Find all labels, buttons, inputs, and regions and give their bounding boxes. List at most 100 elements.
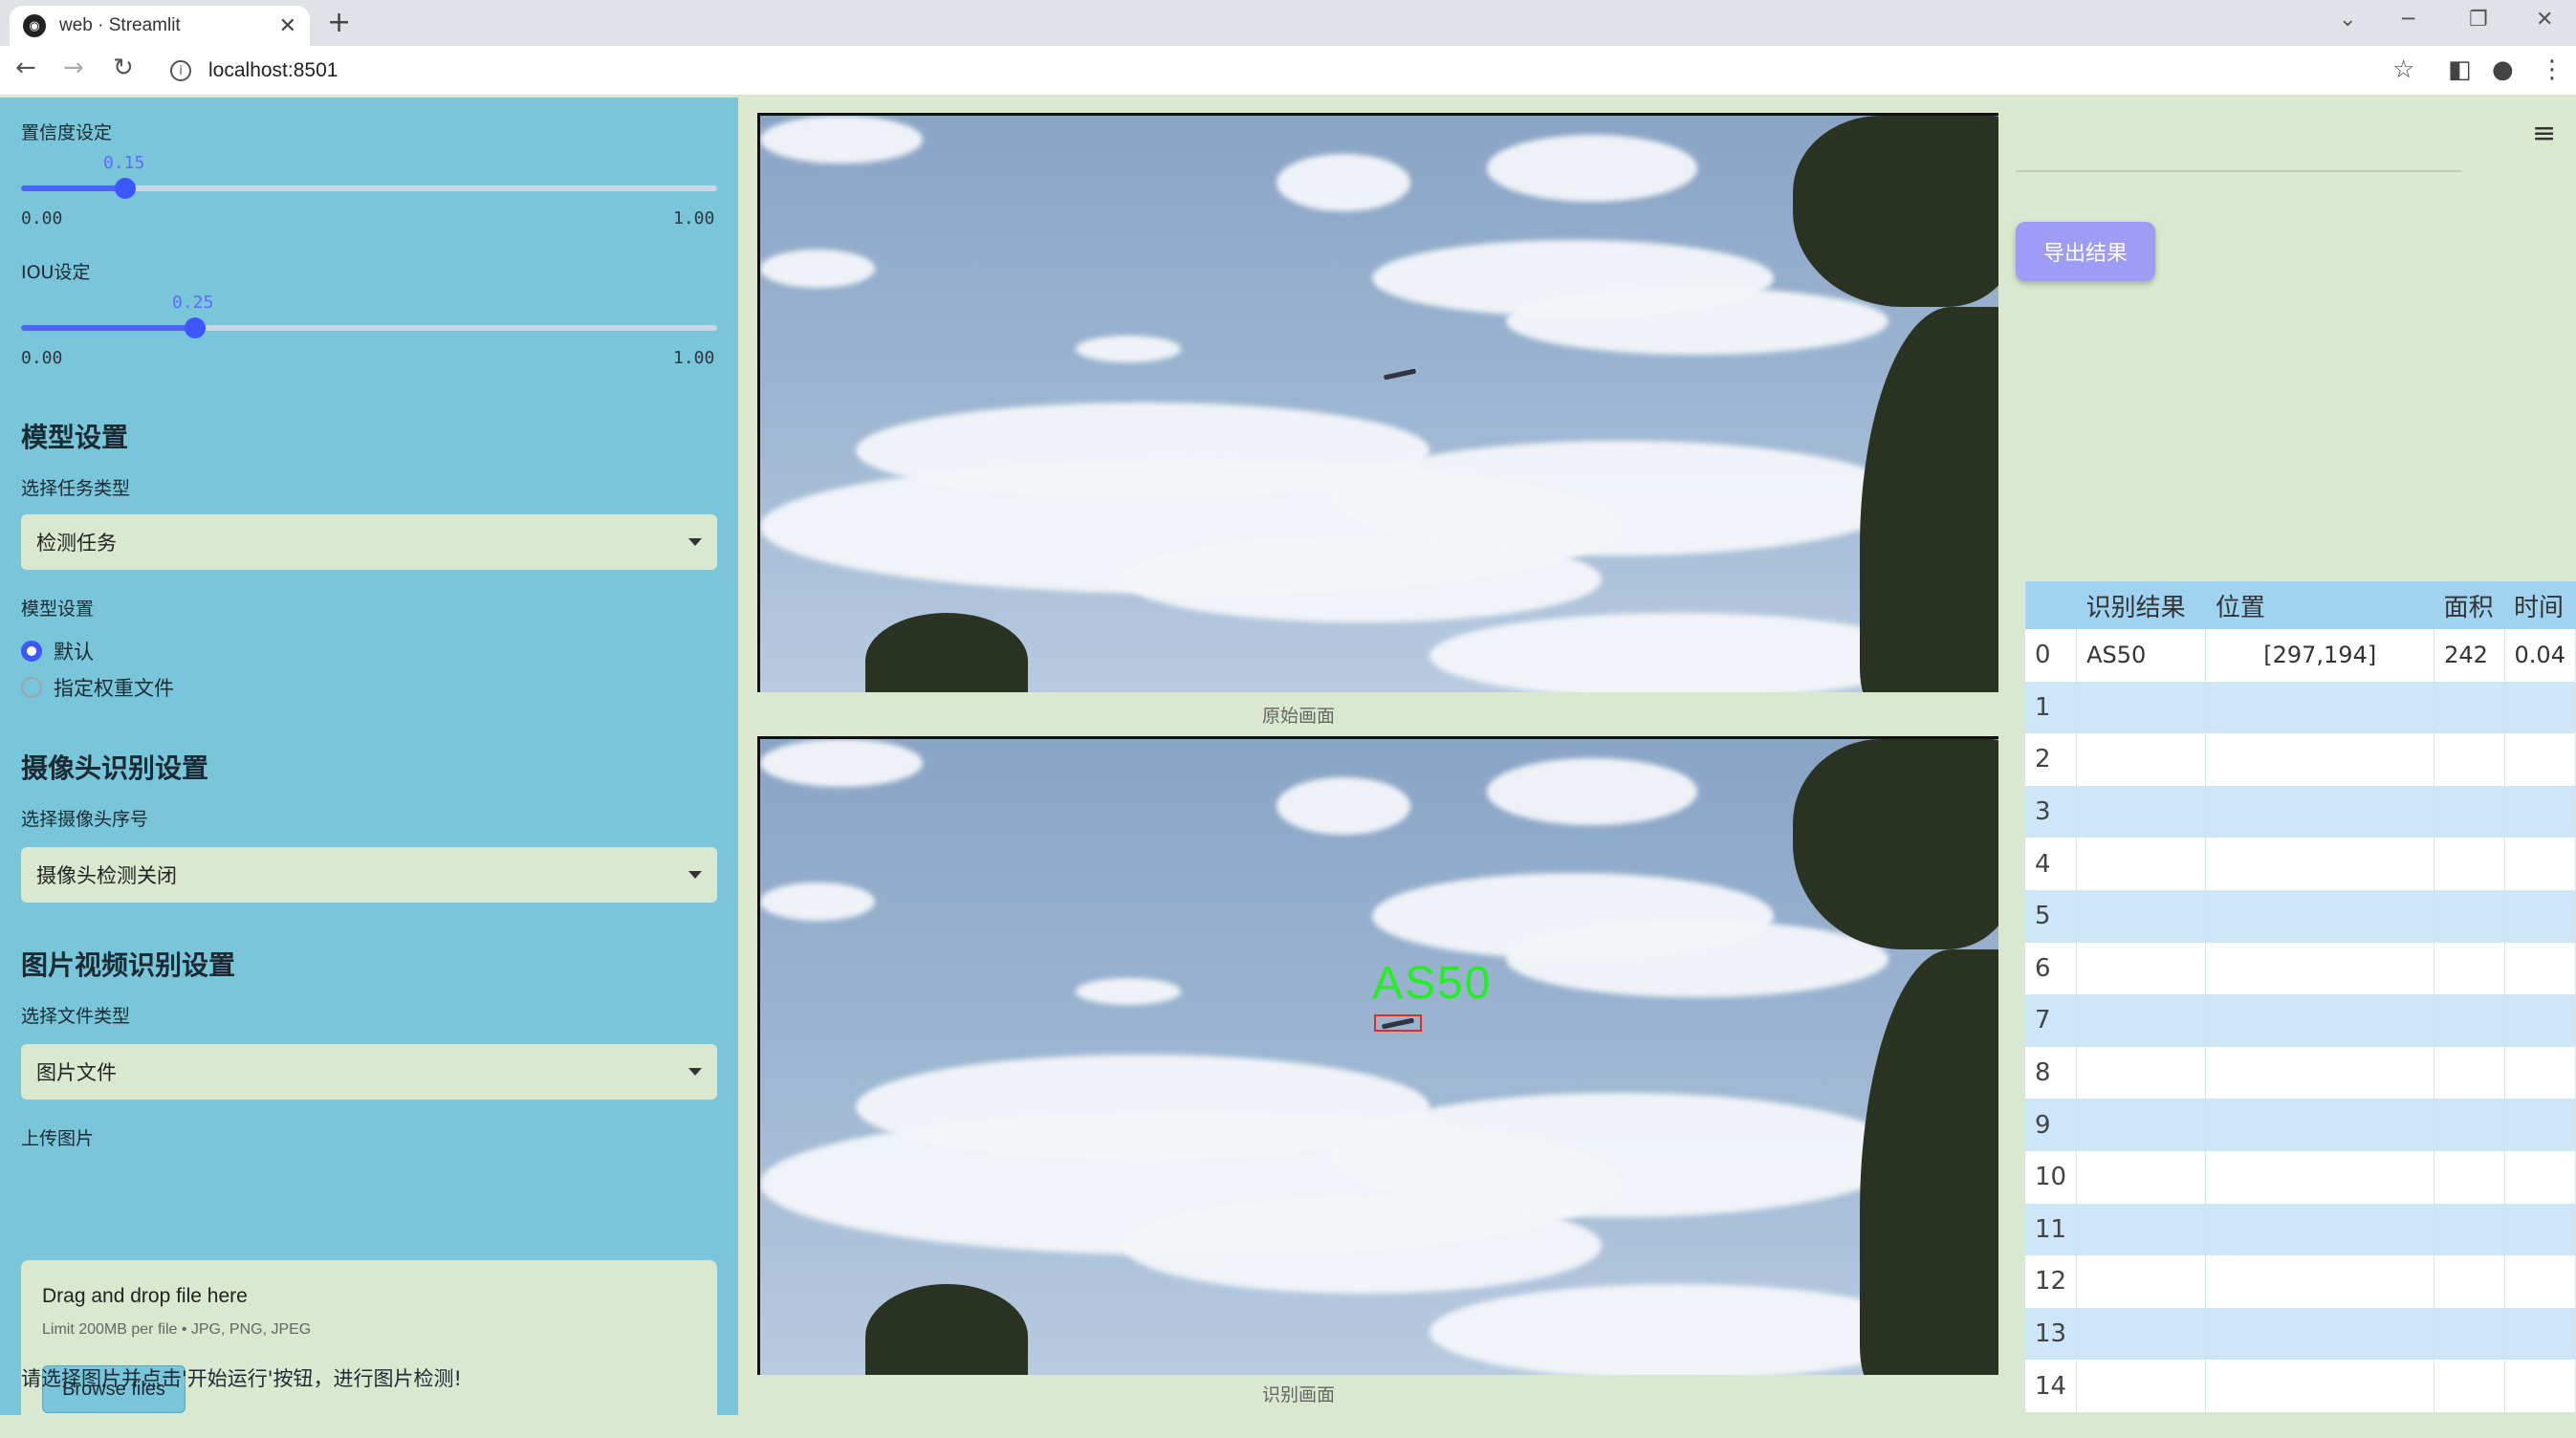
table-cell-idx: 5: [2025, 889, 2078, 943]
table-cell-result: [2076, 942, 2207, 995]
table-cell-idx: 6: [2025, 942, 2078, 995]
new-tab-icon[interactable]: +: [327, 6, 351, 39]
table-row[interactable]: 3: [2025, 785, 2576, 839]
table-row[interactable]: 5: [2025, 889, 2576, 943]
table-cell-result: [2076, 733, 2207, 786]
radio-unselected-icon: [21, 677, 42, 698]
sidebar-hint: 请选择图片并点击'开始运行'按钮，进行图片检测!: [21, 1367, 462, 1390]
table-cell-result: [2076, 1203, 2207, 1256]
confidence-min: 0.00: [21, 208, 63, 229]
table-cell-result: [2076, 785, 2207, 839]
hamburger-menu-icon[interactable]: ≡: [2532, 117, 2556, 150]
task-type-value: 检测任务: [36, 532, 117, 555]
column-header[interactable]: [2025, 581, 2077, 629]
file-type-select[interactable]: 图片文件: [21, 1044, 717, 1100]
radio-custom-weights[interactable]: 指定权重文件: [21, 673, 174, 702]
table-cell-result: AS50: [2076, 629, 2207, 682]
restore-icon[interactable]: ❐: [2469, 8, 2488, 32]
confidence-slider-thumb[interactable]: [115, 178, 137, 199]
confidence-slider[interactable]: [21, 178, 717, 199]
tab-search-icon[interactable]: ⌄: [2339, 8, 2356, 32]
browser-menu-icon[interactable]: ⋮: [2540, 55, 2565, 84]
confidence-slider-fill: [21, 185, 126, 191]
back-icon[interactable]: ←: [15, 54, 36, 82]
browser-tab-bar: ◉ web · Streamlit ✕ + ⌄ ─ ❐ ✕: [0, 0, 2576, 46]
table-row[interactable]: 6: [2025, 942, 2576, 995]
iou-slider-thumb[interactable]: [185, 317, 206, 338]
table-cell-position: [2205, 681, 2435, 734]
radio-default-label: 默认: [54, 641, 94, 664]
minimize-icon[interactable]: ─: [2402, 8, 2414, 32]
table-cell-position: [2205, 785, 2435, 839]
table-cell-area: [2434, 681, 2505, 734]
table-cell-area: [2434, 785, 2505, 839]
iou-slider[interactable]: [21, 317, 717, 338]
task-type-select[interactable]: 检测任务: [21, 514, 717, 570]
table-row[interactable]: 7: [2025, 994, 2576, 1047]
reload-icon[interactable]: ↻: [113, 54, 134, 82]
table-row[interactable]: 14: [2025, 1360, 2576, 1412]
table-cell-area: [2434, 1255, 2505, 1308]
table-row[interactable]: 4: [2025, 838, 2576, 890]
table-cell-idx: 4: [2025, 838, 2078, 890]
table-cell-area: [2434, 733, 2505, 786]
camera-value: 摄像头检测关闭: [36, 864, 177, 887]
table-cell-time: [2504, 838, 2576, 890]
profile-icon[interactable]: ●: [2492, 55, 2514, 84]
file-type-value: 图片文件: [36, 1061, 117, 1084]
file-dropzone[interactable]: Drag and drop file here Limit 200MB per …: [21, 1260, 717, 1438]
table-cell-position: [2205, 1360, 2435, 1412]
table-row[interactable]: 13: [2025, 1307, 2576, 1361]
table-row[interactable]: 2: [2025, 733, 2576, 786]
column-header[interactable]: 识别结果: [2076, 581, 2206, 629]
camera-index-label: 选择摄像头序号: [21, 809, 149, 830]
radio-custom-label: 指定权重文件: [54, 677, 174, 700]
table-cell-area: [2434, 994, 2505, 1047]
table-row[interactable]: 10: [2025, 1150, 2576, 1204]
camera-select[interactable]: 摄像头检测关闭: [21, 847, 717, 903]
close-window-icon[interactable]: ✕: [2536, 8, 2553, 32]
site-info-icon[interactable]: i: [170, 60, 191, 81]
url-field[interactable]: i localhost:8501: [157, 53, 2366, 89]
column-header[interactable]: 位置: [2205, 581, 2434, 629]
table-cell-area: [2434, 1099, 2505, 1151]
table-cell-idx: 2: [2025, 733, 2078, 786]
table-cell-idx: 0: [2025, 629, 2078, 682]
table-row[interactable]: 12: [2025, 1255, 2576, 1308]
table-cell-result: [2076, 889, 2207, 943]
table-row[interactable]: 0 AS50 [297,194] 242 0.04: [2025, 629, 2576, 682]
forward-icon[interactable]: →: [63, 54, 84, 82]
browser-tab[interactable]: ◉ web · Streamlit ✕: [10, 6, 310, 46]
radio-default-weights[interactable]: 默认: [21, 637, 94, 665]
side-panel-icon[interactable]: ◧: [2448, 55, 2472, 84]
export-results-button[interactable]: 导出结果: [2016, 222, 2155, 281]
confidence-label: 置信度设定: [21, 122, 113, 143]
table-row[interactable]: 8: [2025, 1046, 2576, 1100]
weights-label: 模型设置: [21, 599, 95, 620]
results-table: 识别结果 位置 面积 时间 0 AS50 [297,194] 242 0.04 1 2 3 4 5…: [2025, 581, 2576, 1412]
table-cell-position: [2205, 1203, 2435, 1256]
table-cell-area: [2434, 942, 2505, 995]
table-cell-result: [2076, 1150, 2207, 1204]
table-cell-result: [2076, 1255, 2207, 1308]
table-cell-idx: 9: [2025, 1099, 2078, 1151]
table-cell-idx: 10: [2025, 1150, 2078, 1204]
table-row[interactable]: 1: [2025, 681, 2576, 734]
table-cell-idx: 14: [2025, 1360, 2078, 1412]
column-header[interactable]: 时间: [2504, 581, 2576, 629]
table-cell-position: [2205, 1307, 2435, 1361]
column-header[interactable]: 面积: [2434, 581, 2505, 629]
detection-box: [1374, 1014, 1422, 1032]
table-cell-position: [2205, 994, 2435, 1047]
table-row[interactable]: 9: [2025, 1099, 2576, 1151]
streamlit-favicon-icon: ◉: [23, 14, 46, 37]
table-cell-time: [2504, 994, 2576, 1047]
table-cell-area: [2434, 1046, 2505, 1100]
table-cell-area: [2434, 838, 2505, 890]
tab-close-icon[interactable]: ✕: [279, 14, 296, 38]
bookmark-star-icon[interactable]: ☆: [2392, 55, 2414, 84]
table-cell-time: [2504, 681, 2576, 734]
table-row[interactable]: 11: [2025, 1203, 2576, 1256]
table-cell-position: [2205, 838, 2435, 890]
chevron-down-icon: [688, 538, 702, 546]
